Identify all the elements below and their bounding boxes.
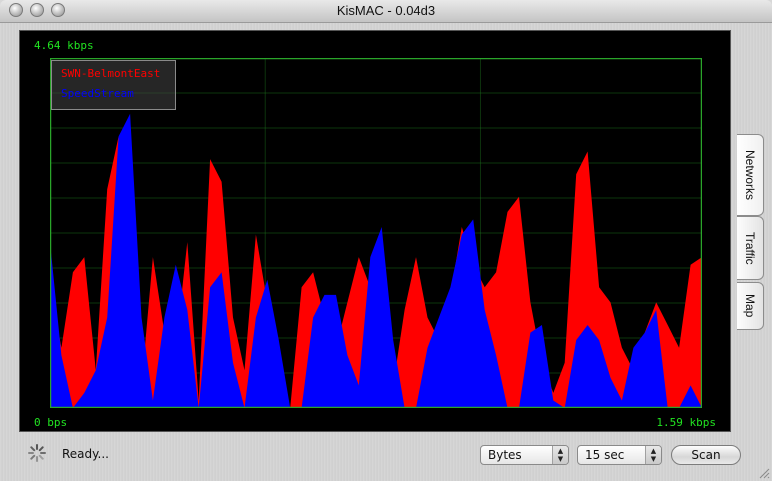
units-popup[interactable]: Bytes ▲ ▼	[480, 445, 569, 465]
tab-map[interactable]: Map	[737, 282, 764, 330]
tab-map-label: Map	[743, 294, 757, 318]
scan-button[interactable]: Scan	[671, 445, 741, 465]
kismac-window: KisMAC - 0.04d3 4.64 kbps SWN-BelmontEas…	[0, 0, 772, 481]
status-text: Ready...	[62, 447, 109, 461]
graph-max-label: 4.64 kbps	[34, 39, 94, 52]
interval-popup-value: 15 sec	[585, 448, 625, 462]
traffic-graph: 4.64 kbps SWN-BelmontEast SpeedStream 0 …	[19, 30, 731, 432]
window-title: KisMAC - 0.04d3	[336, 3, 436, 18]
graph-min-label: 0 bps	[34, 416, 68, 429]
traffic-plot	[50, 58, 702, 408]
units-popup-value: Bytes	[488, 448, 522, 462]
tab-networks-label: Networks	[743, 149, 757, 200]
graph-legend: SWN-BelmontEast SpeedStream	[51, 60, 176, 110]
legend-entry-swn-belmonteast: SWN-BelmontEast	[61, 67, 161, 80]
title-bar[interactable]: KisMAC - 0.04d3	[0, 0, 772, 23]
activity-spinner-icon	[28, 444, 46, 462]
legend-entry-speedstream: SpeedStream	[61, 87, 134, 100]
tab-networks[interactable]: Networks	[737, 134, 764, 216]
popup-arrows-icon: ▲ ▼	[645, 446, 661, 464]
popup-arrows-icon: ▲ ▼	[552, 446, 568, 464]
series-area-speedstream	[50, 113, 702, 408]
tab-traffic[interactable]: Traffic	[737, 216, 764, 280]
tab-traffic-label: Traffic	[743, 231, 757, 265]
interval-popup[interactable]: 15 sec ▲ ▼	[577, 445, 662, 465]
resize-grip-icon[interactable]	[758, 467, 770, 479]
graph-current-rate-label: 1.59 kbps	[656, 416, 716, 429]
